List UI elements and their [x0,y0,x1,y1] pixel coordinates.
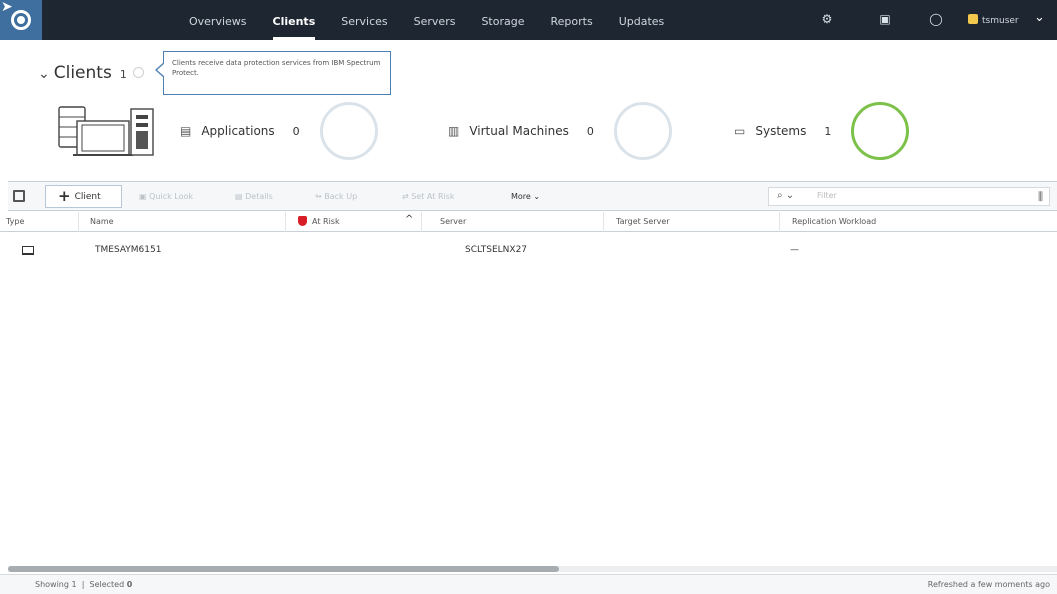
panel-toggle-icon[interactable] [13,190,25,202]
summary-label: Virtual Machines [469,124,569,138]
summary-label: Systems [755,124,807,138]
page-title: Clients [53,63,112,83]
back-up-label: Back Up [324,192,358,201]
summary-value: 0 [586,124,594,138]
more-label: More [511,192,531,201]
applications-ring [319,102,378,160]
shield-icon [298,216,307,226]
showing-label: Showing [35,580,69,589]
laptop-icon [22,246,34,255]
tab-clients[interactable]: Clients [272,0,316,40]
columns-icon[interactable]: ⫼ [1038,190,1043,204]
summary-value: 0 [292,124,300,138]
quick-look-label: Quick Look [149,192,194,201]
set-at-risk-button[interactable]: ⇄ Set At Risk [402,182,455,212]
showing-value: 1 [71,580,77,589]
summary-applications[interactable]: ▤ Applications 0 [180,100,378,162]
filter-input[interactable]: Filter [817,191,837,200]
summary-virtual-machines[interactable]: ▥ Virtual Machines 0 [448,100,672,162]
cell-replication: — [790,245,799,255]
column-name[interactable]: Name [84,212,286,232]
column-at-risk-label: At Risk [312,217,340,226]
summary-label: Applications [201,124,275,138]
tab-overviews[interactable]: Overviews [189,0,247,40]
filter-box[interactable]: ⌕ ⌄ Filter [768,187,1050,206]
column-server[interactable]: Server [434,212,604,232]
tab-servers[interactable]: Servers [414,0,456,40]
virtual-machines-ring [613,102,672,160]
add-client-button[interactable]: + Client [45,185,122,208]
systems-ring [851,102,910,160]
column-replication-workload[interactable]: Replication Workload [786,212,1057,232]
summary-value: 1 [824,124,832,138]
search-icon: ⌕ ⌄ [777,190,795,201]
vm-icon: ▥ [448,124,460,138]
table-row[interactable]: TMESAYM6151 SCLTSELNX27 — [0,240,1057,260]
cell-name: TMESAYM6151 [95,245,162,255]
main-nav: Overviews Clients Services Servers Stora… [189,0,690,40]
table-header: Type Name At Risk ^ Server Target Server… [0,212,1057,232]
page-header: ⌄ Clients 1 [38,63,144,83]
server-rack-icon: ▤ [180,124,192,138]
more-button[interactable]: More ⌄ [511,182,540,212]
collapse-chevron-icon[interactable]: ⌄ [38,66,50,82]
chevron-down-icon[interactable]: ⌄ [1034,10,1045,25]
user-icon [968,14,978,24]
scrollbar-thumb[interactable] [8,566,559,572]
plus-icon: + [58,187,71,205]
back-up-button[interactable]: ↬ Back Up [315,182,357,212]
refresh-status: Refreshed a few moments ago [927,580,1050,589]
clients-count: 1 [119,68,127,81]
clients-illustration-icon [58,106,154,156]
user-menu[interactable]: tsmuser [968,14,1019,26]
selected-label: Selected [89,580,125,589]
help-icon[interactable]: ◯ [929,12,943,26]
tab-services[interactable]: Services [341,0,387,40]
top-nav-bar: ➤ Overviews Clients Services Servers Sto… [0,0,1057,40]
summary-systems[interactable]: ▭ Systems 1 [734,100,910,162]
logo-icon [11,10,31,30]
chevron-down-icon: ⌄ [533,192,541,201]
tab-storage[interactable]: Storage [481,0,524,40]
tooltip: Clients receive data protection services… [155,51,391,95]
selected-value: 0 [126,580,133,589]
tab-reports[interactable]: Reports [551,0,593,40]
quick-look-button[interactable]: ▣ Quick Look [139,182,193,212]
gear-icon[interactable]: ⚙ [820,12,834,26]
info-icon[interactable] [132,67,144,78]
cell-server: SCLTSELNX27 [465,245,528,255]
sort-ascending-icon[interactable]: ^ [405,214,413,225]
laptop-icon: ▭ [734,124,746,138]
details-button[interactable]: ▤ Details [235,182,273,212]
column-target-server[interactable]: Target Server [610,212,780,232]
add-client-label: Client [74,192,101,202]
details-label: Details [245,192,273,201]
set-at-risk-label: Set At Risk [411,192,455,201]
column-at-risk[interactable]: At Risk [292,212,422,232]
horizontal-scrollbar[interactable] [8,566,1057,572]
status-counts: Showing 1 | Selected 0 [35,580,133,589]
tab-updates[interactable]: Updates [619,0,665,40]
table-toolbar: + Client ▣ Quick Look ▤ Details ↬ Back Up… [8,181,1057,211]
mouse-cursor-icon: ➤ [1,0,13,15]
column-type[interactable]: Type [0,212,79,232]
status-bar: Showing 1 | Selected 0 Refreshed a few m… [0,574,1057,594]
username: tsmuser [982,16,1019,26]
clipboard-icon[interactable]: ▣ [878,12,892,26]
